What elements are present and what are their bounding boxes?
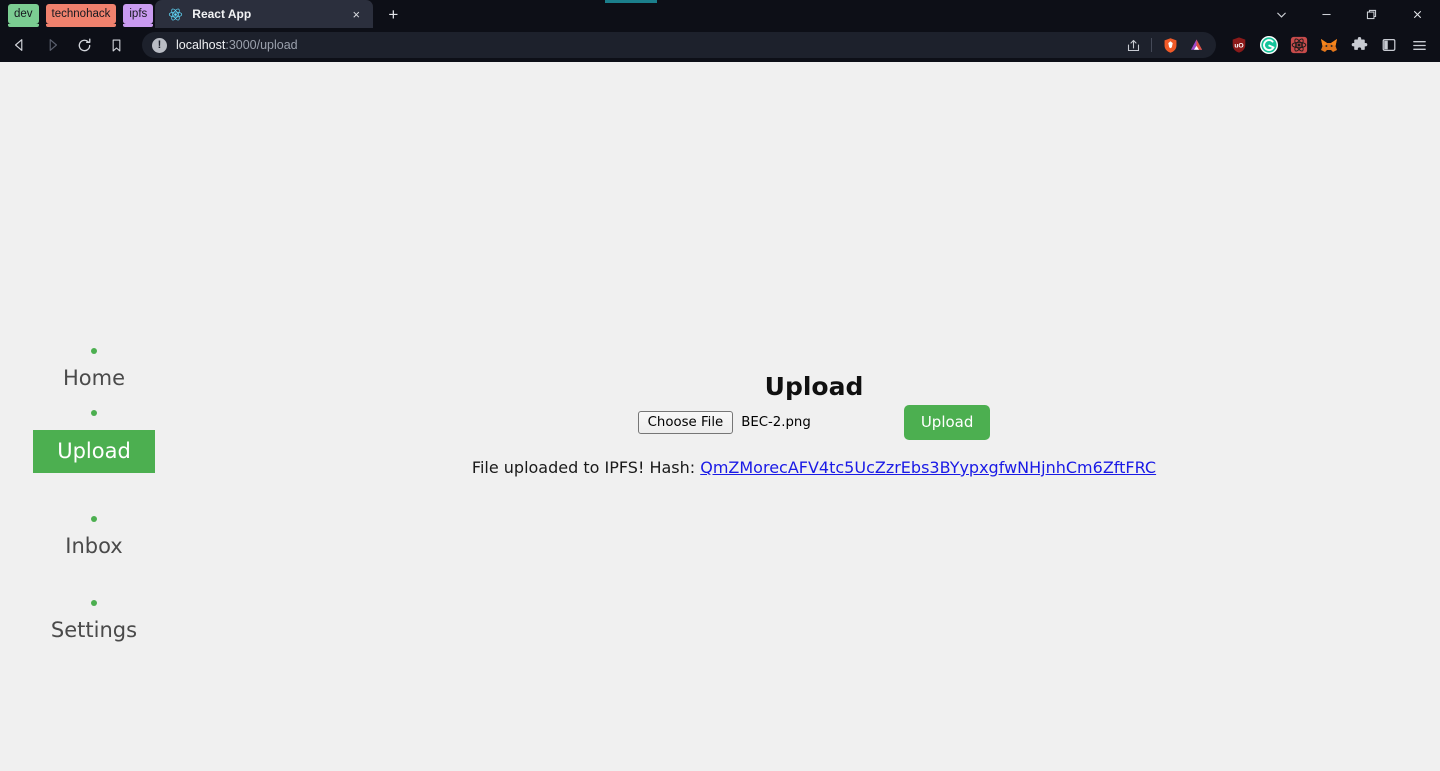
upload-form: Choose File BEC-2.png Upload (188, 405, 1440, 440)
maximize-restore-icon[interactable] (1349, 0, 1394, 28)
new-tab-button[interactable]: + (379, 2, 407, 28)
sidebar-item-upload-label: Upload (33, 430, 155, 473)
tab-search-icon[interactable] (1259, 0, 1304, 28)
ipfs-hash-link[interactable]: QmZMorecAFV4tc5UcZzrEbs3BYypxgfwNHjnhCm6… (700, 458, 1156, 477)
address-bar-url: localhost:3000/upload (176, 38, 298, 52)
toolbar-divider (1151, 38, 1152, 52)
window-controls (1259, 0, 1440, 28)
bullet-icon (91, 348, 97, 354)
browser-window: dev technohack ipfs React App × + ! loca… (0, 0, 1440, 771)
sidebar-item-inbox[interactable]: Inbox (0, 473, 188, 557)
minimize-icon[interactable] (1304, 0, 1349, 28)
bookmark-icon[interactable] (100, 31, 132, 59)
address-bar-path: :3000/upload (225, 38, 298, 52)
grammarly-icon[interactable] (1256, 32, 1282, 58)
tab-group-technohack-label: technohack (51, 8, 111, 20)
page-load-progress-indicator (605, 0, 657, 3)
upload-button[interactable]: Upload (903, 405, 991, 440)
sidebar-item-upload[interactable]: Upload (0, 389, 188, 473)
tab-react-app[interactable]: React App × (155, 0, 374, 28)
tab-group-ipfs[interactable]: ipfs (123, 4, 154, 27)
extensions-puzzle-icon[interactable] (1346, 32, 1372, 58)
share-icon[interactable] (1121, 33, 1145, 57)
back-icon[interactable] (4, 31, 36, 59)
navigation-toolbar: ! localhost:3000/upload uO (0, 28, 1440, 62)
file-input[interactable]: Choose File BEC-2.png (637, 410, 811, 435)
tab-group-technohack[interactable]: technohack (45, 4, 117, 27)
address-bar-actions (1121, 32, 1208, 58)
tab-group-ipfs-label: ipfs (129, 8, 148, 20)
main-content: Upload Choose File BEC-2.png Upload File… (188, 62, 1440, 771)
bullet-icon (91, 516, 97, 522)
upload-status-message: File uploaded to IPFS! Hash: (471, 458, 696, 477)
close-icon[interactable]: × (347, 5, 365, 23)
forward-icon[interactable] (36, 31, 68, 59)
metamask-icon[interactable] (1316, 32, 1342, 58)
bullet-icon (91, 600, 97, 606)
react-devtools-icon[interactable] (1286, 32, 1312, 58)
tab-group-dev-label: dev (14, 8, 33, 20)
react-logo-icon (167, 6, 183, 22)
react-app-root: Home Upload Inbox Settings Upload Choose… (0, 62, 1440, 771)
tab-strip: dev technohack ipfs React App × + (0, 0, 1440, 28)
sidebar-item-home[interactable]: Home (0, 305, 188, 389)
svg-text:uO: uO (1234, 42, 1243, 49)
sidebar-item-settings-label: Settings (50, 618, 138, 642)
bat-rewards-icon[interactable] (1184, 33, 1208, 57)
page-title: Upload (764, 371, 864, 401)
brave-shields-icon[interactable] (1158, 33, 1182, 57)
tab-group-dev[interactable]: dev (8, 4, 39, 27)
browser-menu-icon[interactable] (1406, 32, 1432, 58)
tab-title: React App (192, 7, 252, 21)
sidebar-item-inbox-label: Inbox (65, 534, 123, 558)
address-bar-host: localhost (176, 38, 226, 52)
sidebar-nav: Home Upload Inbox Settings (0, 305, 188, 641)
not-secure-info-icon[interactable]: ! (152, 37, 167, 53)
reload-icon[interactable] (68, 31, 100, 59)
choose-file-button[interactable]: Choose File (637, 410, 734, 435)
selected-file-name: BEC-2.png (741, 414, 811, 430)
sidebar-item-settings[interactable]: Settings (0, 557, 188, 641)
address-bar[interactable]: ! localhost:3000/upload (142, 32, 1216, 58)
sidebar-toggle-icon[interactable] (1376, 32, 1402, 58)
ublock-origin-icon[interactable]: uO (1226, 32, 1252, 58)
bullet-icon (91, 410, 97, 416)
tab-group-chips: dev technohack ipfs (0, 0, 154, 28)
close-window-icon[interactable] (1394, 0, 1440, 28)
page-viewport: Home Upload Inbox Settings Upload Choose… (0, 62, 1440, 771)
extensions-tray: uO (1222, 32, 1432, 58)
upload-status: File uploaded to IPFS! Hash: QmZMorecAFV… (188, 460, 1440, 476)
sidebar-item-home-label: Home (62, 366, 125, 390)
